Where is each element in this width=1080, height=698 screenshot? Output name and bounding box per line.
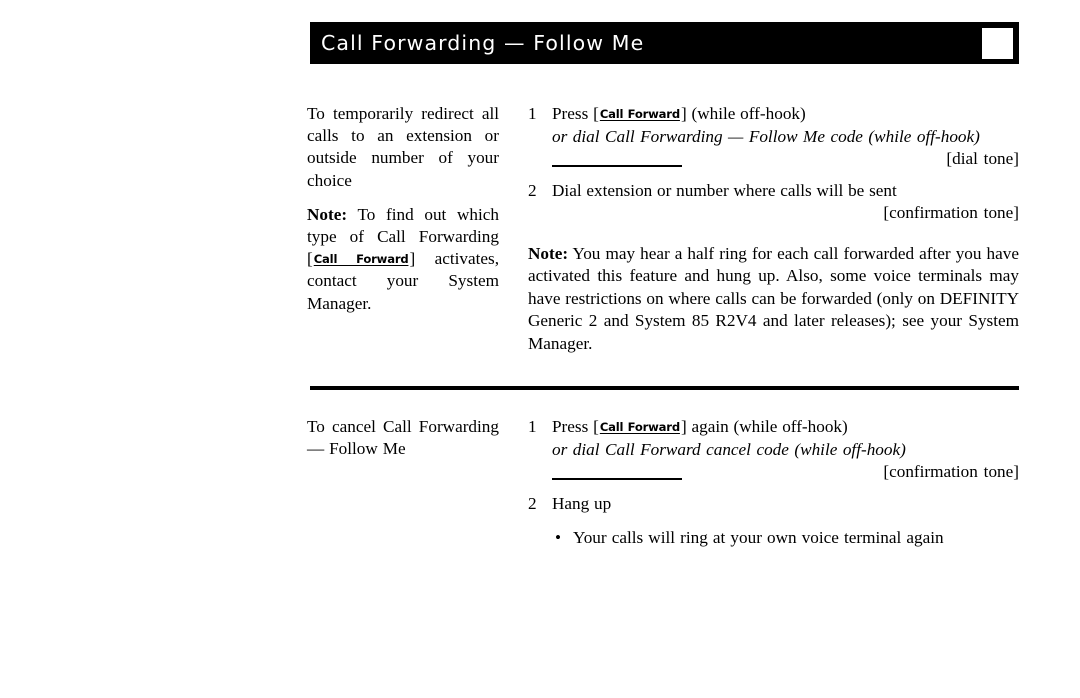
step-text-after-key: (while off-hook): [686, 104, 806, 123]
section-activate-description-column: To temporarily redirect all calls to an …: [307, 103, 513, 315]
page-header-bar: Call Forwarding — Follow Me: [310, 22, 1019, 64]
step-primary-line: Press [Call Forward] (while off-hook): [552, 103, 1019, 126]
call-forward-key-label[interactable]: Call Forward: [599, 107, 681, 121]
step-body: Press [Call Forward] (while off-hook) or…: [552, 103, 1019, 171]
description-paragraph: To cancel Call Forwarding — Follow Me: [307, 417, 499, 459]
step-number: 2: [528, 180, 537, 200]
code-fill-in-blank[interactable]: [552, 164, 682, 167]
step-body: Dial extension or number where calls wil…: [552, 180, 1019, 225]
step-primary-line: Dial extension or number where calls wil…: [552, 180, 897, 200]
section-cancel-steps-column: 1 Press [Call Forward] again (while off-…: [513, 416, 1019, 550]
step-item: 2 Dial extension or number where calls w…: [528, 180, 1019, 225]
step-number: 2: [528, 493, 537, 513]
step-text-before-key: Press: [552, 417, 594, 436]
document-page: Call Forwarding — Follow Me To temporari…: [307, 0, 1019, 698]
step-fill-in-row: [dial tone]: [552, 148, 1019, 171]
header-white-square-icon: [982, 27, 1013, 59]
left-note-label: Note:: [307, 204, 348, 224]
description-paragraph: To temporarily redirect all calls to an …: [307, 104, 499, 190]
step-body: Hang up: [552, 493, 1019, 516]
section-activate-steps-column: 1 Press [Call Forward] (while off-hook) …: [513, 103, 1019, 355]
left-note-paragraph: Note: To find out which type of Call For…: [307, 204, 499, 315]
step-alternate-line: or dial Call Forward cancel code (while …: [552, 439, 906, 459]
section-note-block: Note: You may hear a half ring for each …: [528, 243, 1019, 355]
step-fill-in-row: [confirmation tone]: [552, 461, 1019, 484]
code-fill-in-blank[interactable]: [552, 477, 682, 480]
bullet-text: Your calls will ring at your own voice t…: [573, 528, 944, 548]
bullet-dot-icon: •: [555, 528, 562, 548]
bullet-list-item: • Your calls will ring at your own voice…: [528, 527, 1019, 550]
step-number: 1: [528, 104, 537, 123]
note-text: You may hear a half ring for each call f…: [528, 243, 1019, 353]
section-cancel-description-column: To cancel Call Forwarding — Follow Me: [307, 416, 513, 460]
page-title: Call Forwarding — Follow Me: [321, 30, 645, 55]
step-text-after-key: again (while off-hook): [686, 417, 848, 436]
step-primary-line: Press [Call Forward] again (while off-ho…: [552, 416, 1019, 439]
step-alternate-line: or dial Call Forwarding — Follow Me code…: [552, 126, 980, 146]
step-tone-annotation: [confirmation tone]: [883, 203, 1019, 223]
open-bracket: [: [593, 417, 599, 436]
step-number: 1: [528, 417, 537, 436]
section-cancel: To cancel Call Forwarding — Follow Me 1 …: [307, 416, 1019, 550]
note-label: Note:: [528, 243, 569, 263]
step-tone-annotation: [dial tone]: [946, 149, 1019, 169]
step-primary-line: Hang up: [552, 493, 612, 513]
open-bracket: [: [307, 249, 313, 269]
step-item: 1 Press [Call Forward] (while off-hook) …: [528, 103, 1019, 171]
section-divider-rule: [310, 386, 1019, 390]
call-forward-key-label[interactable]: Call Forward: [599, 420, 681, 434]
step-item: 1 Press [Call Forward] again (while off-…: [528, 416, 1019, 484]
open-bracket: [: [593, 104, 599, 123]
call-forward-key-label[interactable]: Call Forward: [313, 252, 410, 266]
step-body: Press [Call Forward] again (while off-ho…: [552, 416, 1019, 484]
step-tone-annotation: [confirmation tone]: [883, 462, 1019, 482]
step-text-before-key: Press: [552, 104, 594, 123]
step-item: 2 Hang up: [528, 493, 1019, 516]
section-activate: To temporarily redirect all calls to an …: [307, 103, 1019, 355]
